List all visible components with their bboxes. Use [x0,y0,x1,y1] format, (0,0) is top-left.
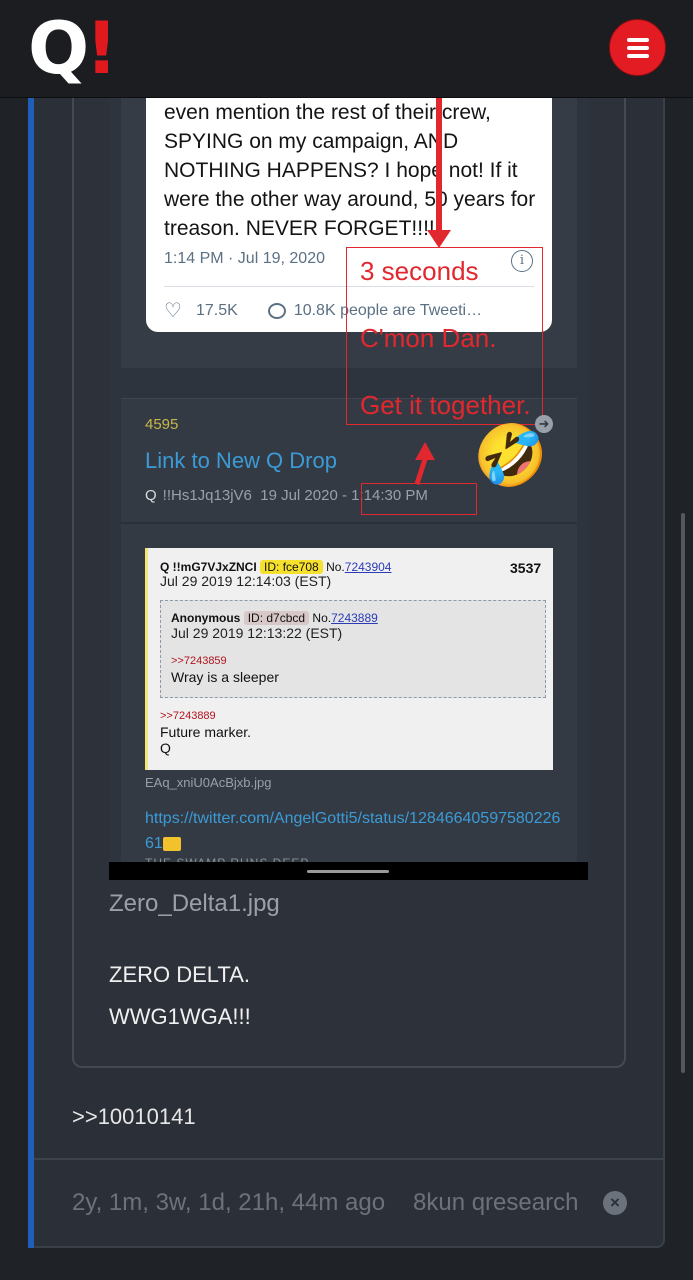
hamburger-icon [626,37,649,42]
site-logo[interactable]: Q ! [28,6,119,90]
post-source[interactable]: 8kun qresearch [413,1189,578,1217]
logo-q: Q [28,6,89,90]
tweet-text: even mention the rest of their crew, SPY… [164,101,536,240]
board-post-image: Q !!mG7VJxZNCI ID: fce708 No.7243904 Jul… [145,548,553,770]
image-filename: EAq_xniU0AcBjxb.jpg [145,775,272,790]
annotation-text-2: C'mon Dan. [360,323,497,353]
post-age: 2y, 1m, 3w, 1d, 21h, 44m ago [72,1189,386,1216]
post-accent-stripe [28,98,34,1248]
new-drop-link[interactable]: Link to New Q Drop [145,448,337,474]
post-caption-line-2: WWG1WGA!!! [109,1004,251,1029]
annotation-arrow-line [436,98,442,234]
post-reference-link[interactable]: >>10010141 [72,1104,196,1130]
annotation-arrow-head-2 [415,442,435,460]
scrollbar[interactable] [681,513,685,1073]
annotation-text-1: 3 seconds [360,256,479,286]
tweet-timestamp: 1:14 PM · Jul 19, 2020 [164,250,325,267]
drop-number: 4595 [145,416,179,433]
reply-bubble-icon [267,302,286,319]
heart-icon: ♡ [164,300,182,322]
twitter-link[interactable]: https://twitter.com/AngelGotti5/status/1… [145,806,565,856]
logo-exclamation: ! [85,6,119,90]
quoted-reply: Anonymous ID: d7cbcd No.7243889 Jul 29 2… [160,600,546,698]
laughing-emoji-icon: 🤣 [473,422,548,489]
folder-icon [162,836,181,851]
close-icon[interactable]: × [603,1191,627,1215]
timestamp-highlight-box [361,483,477,515]
menu-button[interactable] [609,19,666,76]
top-bar: Q ! [0,0,693,98]
like-count: 17.5K [196,301,238,319]
post-caption-line-1: ZERO DELTA. [109,962,250,987]
board-post-header: Q !!mG7VJxZNCI ID: fce708 No.7243904 [160,560,392,574]
annotation-arrow-head [427,230,451,248]
annotation-text-3: Get it together. [360,390,531,420]
attachment-filename[interactable]: Zero_Delta1.jpg [109,890,280,918]
post-count: 3537 [510,560,542,576]
home-indicator [307,870,389,873]
